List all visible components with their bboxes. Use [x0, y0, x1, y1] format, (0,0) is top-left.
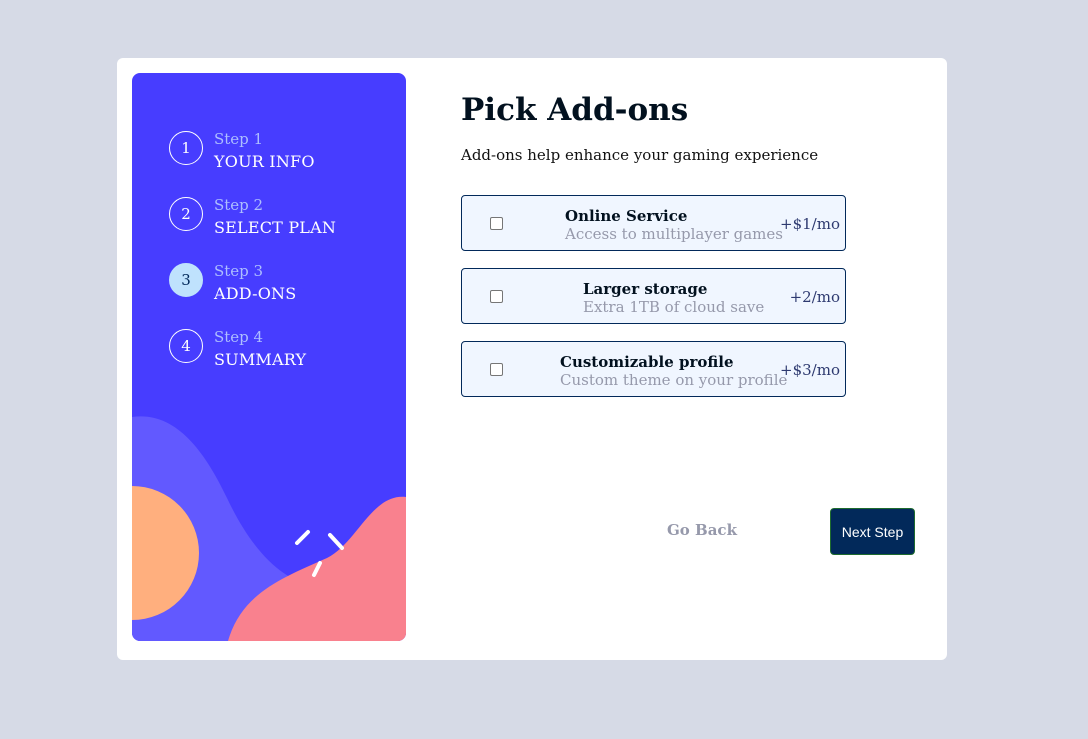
step-number: 3 — [169, 263, 203, 297]
next-step-button[interactable]: Next Step — [830, 508, 915, 555]
addon-price: +$1/mo — [780, 215, 840, 233]
step-item-2: 2 Step 2 SELECT PLAN — [169, 196, 389, 237]
step-number: 2 — [169, 197, 203, 231]
step-title: SELECT PLAN — [214, 218, 337, 237]
addon-description: Access to multiplayer games — [565, 225, 783, 243]
step-number: 1 — [169, 131, 203, 165]
step-item-3: 3 Step 3 ADD-ONS — [169, 262, 389, 303]
addon-description: Extra 1TB of cloud save — [583, 298, 765, 316]
addon-checkbox[interactable] — [490, 217, 503, 230]
addon-name: Online Service — [565, 207, 688, 225]
step-sidebar: 1 Step 1 YOUR INFO 2 Step 2 SELECT PLAN … — [132, 73, 406, 641]
addon-price: +$3/mo — [780, 361, 840, 379]
step-title: SUMMARY — [214, 350, 307, 369]
step-title: ADD-ONS — [214, 284, 297, 303]
go-back-button[interactable]: Go Back — [667, 521, 737, 539]
addon-customizable-profile[interactable]: Customizable profile Custom theme on you… — [461, 341, 846, 397]
page-title: Pick Add-ons — [461, 92, 689, 128]
addon-name: Larger storage — [583, 280, 708, 298]
step-item-1: 1 Step 1 YOUR INFO — [169, 130, 389, 171]
page-subtitle: Add-ons help enhance your gaming experie… — [461, 146, 819, 164]
addon-name: Customizable profile — [560, 353, 734, 371]
addon-checkbox[interactable] — [490, 363, 503, 376]
step-kicker: Step 2 — [214, 196, 264, 214]
addon-online-service[interactable]: Online Service Access to multiplayer gam… — [461, 195, 846, 251]
addon-checkbox[interactable] — [490, 290, 503, 303]
addon-price: +2/mo — [789, 288, 840, 306]
step-kicker: Step 3 — [214, 262, 264, 280]
form-card: 1 Step 1 YOUR INFO 2 Step 2 SELECT PLAN … — [117, 58, 947, 660]
step-kicker: Step 4 — [214, 328, 264, 346]
addon-description: Custom theme on your profile — [560, 371, 788, 389]
sparkle-line-2 — [328, 533, 344, 550]
step-number: 4 — [169, 329, 203, 363]
step-title: YOUR INFO — [214, 152, 315, 171]
step-kicker: Step 1 — [214, 130, 264, 148]
sparkle-line-1 — [295, 530, 310, 545]
step-item-4: 4 Step 4 SUMMARY — [169, 328, 389, 369]
addon-larger-storage[interactable]: Larger storage Extra 1TB of cloud save +… — [461, 268, 846, 324]
